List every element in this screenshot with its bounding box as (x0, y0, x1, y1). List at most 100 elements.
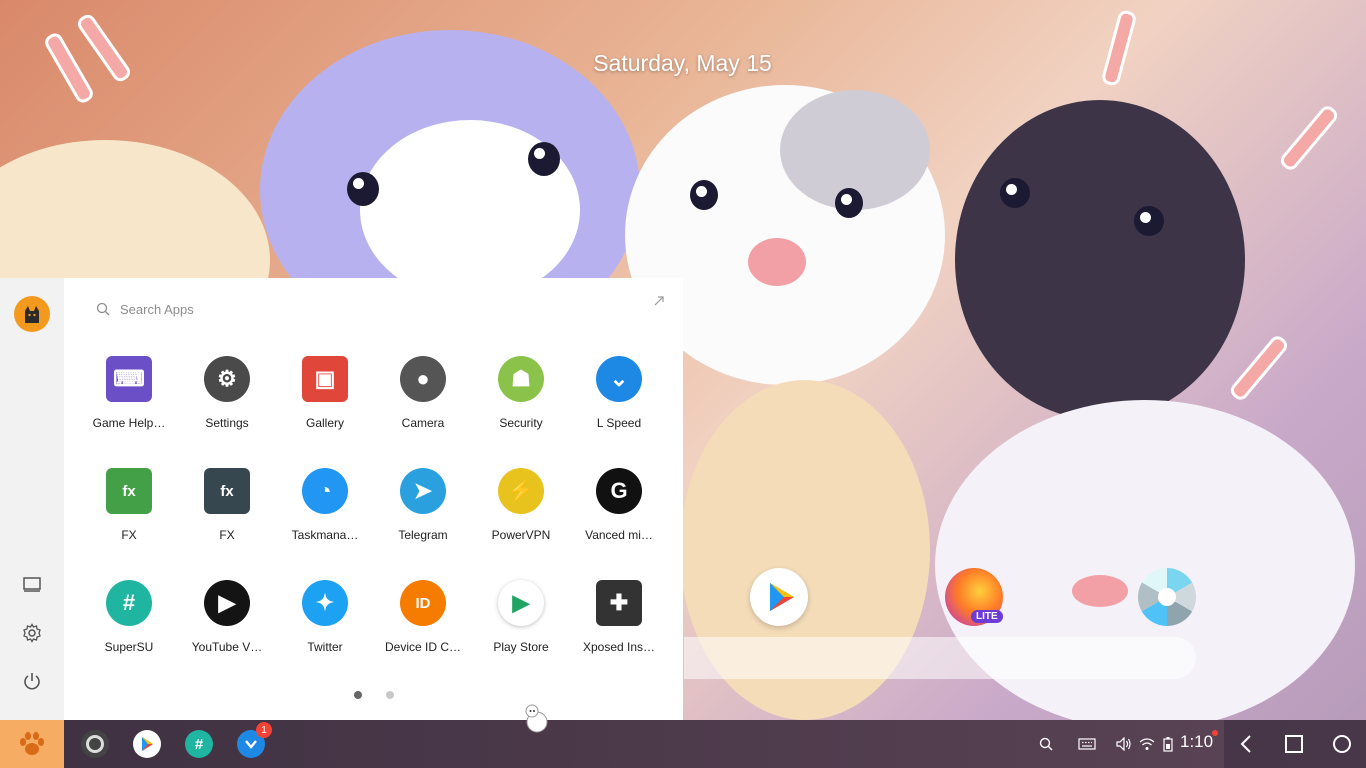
taskbar: # 1 1:10 (0, 720, 1366, 768)
app-tile[interactable]: G Vanced mi… (570, 468, 668, 542)
cat-eye (347, 172, 379, 206)
app-tile[interactable]: ▶ Play Store (472, 580, 570, 654)
cat-mouth (1072, 575, 1128, 607)
cat-cursor-icon (525, 704, 548, 733)
camera-icon (86, 735, 104, 753)
recents-button[interactable] (1282, 732, 1306, 756)
search-icon (1039, 737, 1053, 751)
fx-dark-icon: fx (204, 468, 250, 514)
cat-black (955, 100, 1245, 420)
puzzle-icon: ✚ (596, 580, 642, 626)
tray-volume[interactable] (1114, 732, 1134, 756)
page-dot-1[interactable] (354, 691, 362, 699)
paw-icon (20, 732, 44, 755)
fx-sheet-icon: fx (106, 468, 152, 514)
keyboard-icon: ⌨ (106, 356, 152, 402)
app-tile[interactable]: # SuperSU (80, 580, 178, 654)
app-tile[interactable]: ✚ Xposed Ins… (570, 580, 668, 654)
app-tile[interactable]: fx FX (178, 468, 276, 542)
cat-eye (528, 142, 560, 176)
clock[interactable]: 1:10 (1180, 732, 1213, 752)
cat-icon (25, 306, 39, 323)
app-tile[interactable]: ◔ Taskmana… (276, 468, 374, 542)
start-menu-panel: Search Apps ⌨ Game Help… ⚙ Settings ▣ Gallery… (64, 278, 683, 720)
app-label: Settings (205, 416, 249, 430)
app-search[interactable]: Search Apps (96, 298, 667, 320)
wallpaper-streak (1227, 333, 1291, 403)
app-label: Telegram (398, 528, 448, 542)
bird-icon: ✦ (302, 580, 348, 626)
settings-button[interactable] (20, 621, 44, 645)
taskbar-supersu[interactable]: # (185, 730, 213, 758)
cat-eye (1134, 206, 1164, 236)
notification-badge: 1 (256, 722, 272, 738)
user-avatar[interactable] (14, 296, 50, 332)
app-tile[interactable]: ⚙ Settings (178, 356, 276, 430)
app-label: Camera (401, 416, 445, 430)
wallpaper-streak (1277, 103, 1341, 173)
wifi-icon (1139, 738, 1155, 750)
play-button-icon: ▶ (204, 580, 250, 626)
search-input[interactable]: Search Apps (120, 302, 194, 317)
play-store-icon[interactable] (750, 568, 808, 626)
home-button[interactable] (1330, 732, 1354, 756)
camera-aperture-icon[interactable] (1138, 568, 1196, 626)
app-label: Security (499, 416, 543, 430)
app-tile[interactable]: ☗ Security (472, 356, 570, 430)
tray-battery[interactable] (1160, 732, 1176, 756)
tray-wifi[interactable] (1137, 732, 1157, 756)
lockscreen-date: Saturday, May 15 (593, 50, 772, 76)
taskbar-camera[interactable] (81, 730, 109, 758)
aperture-center (1158, 588, 1176, 606)
start-menu-sidebar (0, 278, 64, 720)
app-tile[interactable]: ID Device ID C… (374, 580, 472, 654)
tray-search[interactable] (1036, 732, 1056, 756)
power-icon (24, 673, 40, 690)
cat-eye (1000, 178, 1030, 208)
square-icon (1285, 735, 1303, 753)
power-button[interactable] (20, 669, 44, 693)
firefox-lite-icon[interactable]: LITE (945, 568, 1003, 626)
taskbar-play-store[interactable] (133, 730, 161, 758)
app-tile[interactable]: fx FX (80, 468, 178, 542)
g-icon: G (596, 468, 642, 514)
cat-eye (690, 180, 718, 210)
page-dot-2[interactable] (386, 691, 394, 699)
desktop-search-bar[interactable] (684, 637, 1196, 679)
hash-icon: # (106, 580, 152, 626)
paper-plane-icon: ➤ (400, 468, 446, 514)
app-label: YouTube V… (191, 640, 263, 654)
expand-menu-button[interactable] (653, 294, 665, 310)
chevron-down-icon: ⌄ (596, 356, 642, 402)
app-label: Taskmana… (291, 528, 359, 542)
app-tile[interactable]: ● Camera (374, 356, 472, 430)
mouse-cursor (522, 702, 552, 734)
app-label: Play Store (493, 640, 549, 654)
battery-icon (1163, 737, 1173, 752)
app-tile[interactable]: ➤ Telegram (374, 468, 472, 542)
gear-icon (23, 623, 41, 643)
navigation-bar (1224, 720, 1366, 768)
chevron-down-icon (245, 740, 257, 749)
bolt-icon: ⚡ (498, 468, 544, 514)
start-button[interactable] (0, 720, 64, 768)
app-tile[interactable]: ▶ YouTube V… (178, 580, 276, 654)
monitor-icon (23, 577, 41, 592)
app-tile[interactable]: ⌄ L Speed (570, 356, 668, 430)
app-tile[interactable]: ⚡ PowerVPN (472, 468, 570, 542)
desktop-view-button[interactable] (20, 573, 44, 597)
app-tile[interactable]: ✦ Twitter (276, 580, 374, 654)
image-icon: ▣ (302, 356, 348, 402)
lite-label: LITE (971, 610, 1003, 623)
app-label: SuperSU (104, 640, 154, 654)
pie-chart-icon: ◔ (302, 468, 348, 514)
app-tile[interactable]: ▣ Gallery (276, 356, 374, 430)
app-label: PowerVPN (491, 528, 551, 542)
id-card-icon: ID (400, 580, 446, 626)
tray-keyboard[interactable] (1076, 732, 1098, 756)
app-tile[interactable]: ⌨ Game Help… (80, 356, 178, 430)
cat-mouth (748, 238, 806, 286)
circle-icon (1333, 735, 1351, 753)
back-button[interactable] (1234, 732, 1258, 756)
app-label: Twitter (307, 640, 343, 654)
